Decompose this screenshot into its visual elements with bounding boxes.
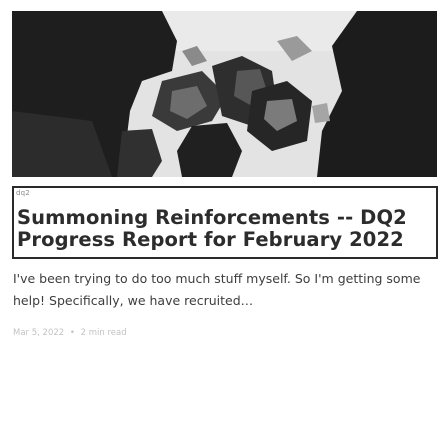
- cover-image[interactable]: [12, 11, 437, 177]
- post-date: Mar 5, 2022: [13, 328, 65, 338]
- meta-separator: •: [69, 328, 75, 338]
- post-title[interactable]: Summoning Reinforcements -- DQ2 Progress…: [17, 207, 437, 250]
- post-meta: Mar 5, 2022 • 2 min read: [13, 328, 127, 338]
- post-excerpt: I've been trying to do too much stuff my…: [13, 271, 421, 308]
- post-tag[interactable]: dq2: [16, 189, 30, 197]
- robot-army-image: [12, 11, 437, 177]
- read-time: 2 min read: [80, 328, 127, 338]
- post-title-box[interactable]: dq2 Summoning Reinforcements -- DQ2 Prog…: [12, 186, 438, 259]
